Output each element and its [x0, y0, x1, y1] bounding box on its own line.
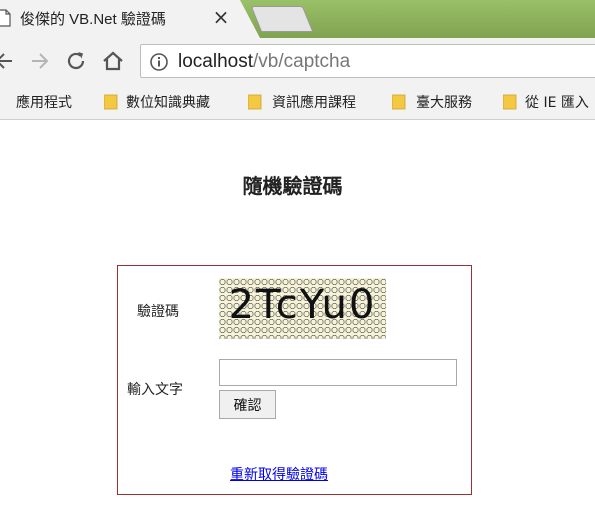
back-arrow-icon[interactable] — [0, 49, 16, 73]
bookmark-label: 從 IE 匯入 — [525, 95, 589, 111]
folder-icon — [503, 94, 517, 110]
info-icon[interactable] — [149, 52, 169, 72]
page-document-icon — [0, 9, 11, 27]
tab-active[interactable]: 俊傑的 VB.Net 驗證碼 × — [0, 0, 260, 38]
confirm-button[interactable]: 確認 — [219, 390, 276, 419]
folder-icon — [248, 94, 262, 110]
folder-icon — [392, 94, 406, 110]
bookmark-label: 應用程式 — [16, 95, 72, 111]
url-host: localhost — [178, 51, 253, 72]
home-icon[interactable] — [101, 49, 125, 73]
captcha-panel: 驗證碼 2TcYu0 輸入文字 確認 重新取得驗證碼 — [117, 265, 472, 495]
captcha-label: 驗證碼 — [137, 304, 179, 320]
refresh-captcha-link[interactable]: 重新取得驗證碼 — [230, 464, 328, 484]
bookmarks-bar: 應用程式 數位知識典藏 資訊應用課程 臺大服務 從 IE 匯入 — [0, 84, 595, 120]
captcha-image: 2TcYu0 — [219, 278, 386, 339]
address-bar[interactable]: localhost/vb/captcha — [140, 44, 595, 78]
captcha-code: 2TcYu0 — [228, 282, 377, 328]
apps-icon — [0, 94, 6, 110]
url-text[interactable]: localhost/vb/captcha — [178, 51, 350, 73]
toolbar: localhost/vb/captcha — [0, 38, 595, 84]
forward-arrow-icon[interactable] — [28, 49, 52, 73]
page-title: 隨機驗證碼 — [242, 174, 343, 198]
tab-title: 俊傑的 VB.Net 驗證碼 — [20, 11, 166, 28]
folder-icon — [104, 94, 118, 110]
bookmark-label: 資訊應用課程 — [272, 95, 356, 111]
tab-close-icon[interactable]: × — [210, 5, 232, 29]
bookmark-label: 數位知識典藏 — [126, 95, 210, 111]
input-label: 輸入文字 — [127, 382, 183, 398]
reload-icon[interactable] — [64, 49, 88, 73]
tab-strip: 俊傑的 VB.Net 驗證碼 × — [0, 0, 595, 38]
captcha-input[interactable] — [219, 359, 457, 386]
new-tab-button[interactable] — [250, 6, 314, 32]
url-path: /vb/captcha — [253, 51, 351, 72]
bookmark-label: 臺大服務 — [416, 95, 472, 111]
